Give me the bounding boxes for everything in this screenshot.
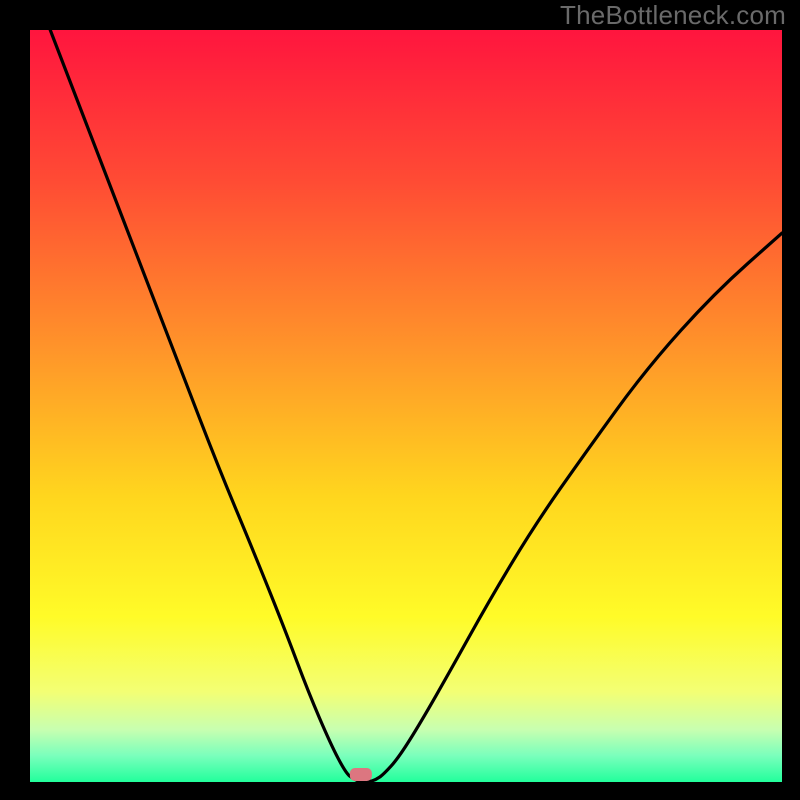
bottleneck-chart — [0, 0, 800, 800]
plot-background — [30, 30, 782, 782]
chart-frame: TheBottleneck.com — [0, 0, 800, 800]
optimum-marker — [350, 768, 372, 781]
watermark-text: TheBottleneck.com — [560, 0, 786, 31]
